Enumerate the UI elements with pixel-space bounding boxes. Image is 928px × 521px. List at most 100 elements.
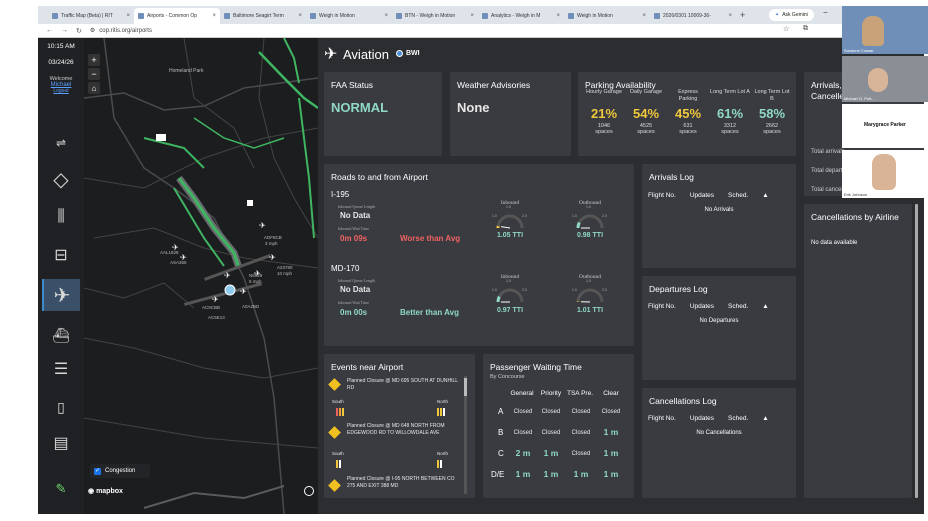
queue-length-label: Inbound Queue Length [338,204,376,209]
congestion-toggle[interactable]: ✓ Congestion [90,464,150,478]
tab-label: Airports - Common Op [147,13,198,19]
info-icon[interactable] [304,486,314,496]
close-icon[interactable]: × [556,13,560,19]
tab-label: Analytics - Weigh in M [491,13,541,19]
home-icon[interactable]: ⌂ [88,82,100,94]
south-bars [336,408,344,416]
aircraft-label[interactable]: AAL1828 [160,250,179,255]
inbound-tti: 1.05 TTI [496,232,524,239]
passenger-wait-panel: Passenger Waiting Time By Concourse Gene… [483,354,634,498]
events-scrollbar[interactable] [464,376,467,494]
faa-status-value: NORMAL [331,100,389,115]
video-tile[interactable]: Michael G. Pott... [842,56,928,102]
video-tile[interactable]: Suzanne Cossar [842,6,928,54]
aircraft-label[interactable]: ASA356 [170,260,187,265]
browser-tab[interactable]: Analytics - Weigh in M × [478,8,564,24]
browser-tab[interactable]: BTN - Weigh in Motion × [392,8,478,24]
col-flight-no[interactable]: Flight No. [648,192,676,199]
nav-aviation-icon[interactable]: ✈ [42,279,80,311]
concourse-row: A Closed Closed Closed Closed [483,405,633,423]
concourse-label: A [498,407,504,416]
scrollbar[interactable] [915,204,918,498]
star-icon[interactable]: ☆ [783,25,789,33]
sort-up-icon[interactable]: ▲ [762,192,768,199]
nav-traffic-icon[interactable]: ⇌ [46,130,76,156]
close-icon[interactable]: × [384,13,388,19]
browser-tab[interactable]: Weigh in Motion × [306,8,392,24]
video-tile[interactable]: Marygrace Parker [842,104,928,148]
mapbox-icon: ◉ [88,488,97,495]
sort-up-icon[interactable]: ▲ [762,303,768,310]
col-flight-no[interactable]: Flight No. [648,303,676,310]
nav-incident-icon[interactable]: ◇ [46,166,76,192]
site-info-icon[interactable]: ⚙ [90,27,95,34]
aircraft-label[interactable]: A23780 [277,265,293,270]
extensions-icon[interactable]: ⧉ [803,25,808,33]
nav-edit-icon[interactable]: ✎ [46,476,76,502]
col-sched[interactable]: Sched. [728,192,748,199]
reload-icon[interactable]: ↻ [76,27,82,35]
map-view[interactable]: ✈ ✈ ✈ ✈ ✈ ✈ ✈ ✈ + − ⌂ Homeland Park AAL1… [84,38,318,514]
close-icon[interactable]: × [212,13,216,19]
browser-tab[interactable]: Baltimore Seagirt Term × [220,8,306,24]
airport-dot-icon [396,50,403,57]
close-icon[interactable]: × [126,13,130,19]
back-icon[interactable]: ← [46,27,53,34]
warning-icon [328,479,341,492]
browser-tab-active[interactable]: Airports - Common Op × [134,8,220,24]
col-sched[interactable]: Sched. [728,415,748,422]
nav-port-icon[interactable]: ⛴ [46,322,76,348]
aircraft-label[interactable]: AC9CBB [202,305,220,310]
aircraft-label[interactable]: AC5E13 [208,315,225,320]
col-sched[interactable]: Sched. [728,303,748,310]
tab-label: Traffic Map (Beta) | RIT [61,13,113,19]
participant-name: Suzanne Cossar [844,48,874,53]
svg-text:✈: ✈ [259,221,266,230]
nav-signal-icon[interactable]: ▯ [46,394,76,420]
forward-icon[interactable]: → [61,27,68,34]
close-icon[interactable]: × [470,13,474,19]
browser-tab[interactable]: 2026/0301 10009-36- × [650,8,736,24]
participant-name: Erik Johnson [844,192,868,197]
browser-tab[interactable]: Weigh in Motion × [564,8,650,24]
svg-text:✈: ✈ [269,253,276,262]
minimize-icon[interactable]: − [823,8,828,17]
video-tile[interactable]: Erik Johnson [842,150,928,198]
sort-up-icon[interactable]: ▲ [762,415,768,422]
airport-selector[interactable]: BWI [396,50,420,57]
close-icon[interactable]: × [642,13,646,19]
nav-rail-icon[interactable]: ☰ [46,356,76,382]
favicon-icon [482,13,488,19]
close-icon[interactable]: × [728,13,732,19]
parking-lot-unit: spaces [679,129,697,135]
parking-lot-label: Daily Garage [629,89,663,95]
col-updates[interactable]: Updates [690,192,714,199]
ask-gemini-button[interactable]: ✦ Ask Gemini [769,9,814,21]
logout-link[interactable]: Logout [38,88,84,94]
nav-road-icon[interactable]: ⫼ [46,204,76,230]
parking-lot: Express Parking 45% 631 spaces [668,89,708,135]
col-flight-no[interactable]: Flight No. [648,415,676,422]
nav-report-icon[interactable]: ▤ [46,430,76,456]
zoom-in-button[interactable]: + [88,54,100,66]
warning-icon [328,378,341,391]
new-tab-button[interactable]: + [740,10,745,20]
browser-tab[interactable]: Traffic Map (Beta) | RIT × [48,8,134,24]
cancellations-log-panel: Cancellations Log Flight No. Updates Sch… [642,388,796,498]
gauge-min-tick: 1.0 [572,214,577,218]
favicon-icon [310,13,316,19]
col-updates[interactable]: Updates [690,303,714,310]
url-field[interactable]: cop.ritis.org/airports [99,28,152,34]
col-priority: Priority [540,390,562,397]
browser-window: Traffic Map (Beta) | RIT × Airports - Com… [38,6,924,514]
departures-log-header: Flight No. Updates Sched. ▲ [648,300,783,312]
aircraft-label[interactable]: A0A2BD [242,304,259,309]
nav-bus-icon[interactable]: ⊟ [46,242,76,268]
aircraft-label[interactable]: N8929 [249,273,262,278]
aircraft-label[interactable]: ADF8CB [264,235,282,240]
zoom-out-button[interactable]: − [88,68,100,80]
close-icon[interactable]: × [298,13,302,19]
wait-time-value: 0m 09s [340,234,368,243]
passenger-wait-title: Passenger Waiting Time [490,362,582,372]
col-updates[interactable]: Updates [690,415,714,422]
